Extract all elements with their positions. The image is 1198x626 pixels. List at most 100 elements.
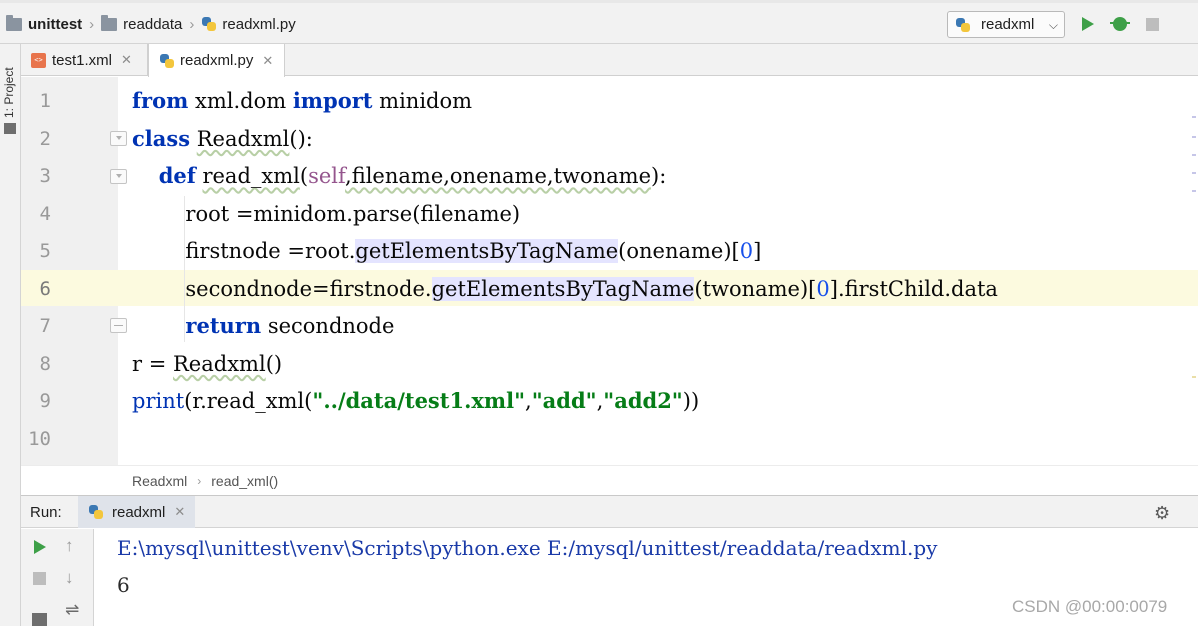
line-number[interactable]: 1: [21, 83, 51, 119]
code-token: ]: [753, 239, 762, 263]
bug-icon: [1110, 17, 1130, 31]
code-token: secondnode=firstnode.: [132, 276, 432, 301]
line-number[interactable]: 10: [21, 421, 51, 457]
code-token: read_xml: [202, 164, 300, 188]
xml-file-icon: <>: [31, 52, 46, 68]
close-icon[interactable]: ✕: [174, 504, 185, 520]
code-keyword: def: [158, 163, 196, 188]
rerun-icon[interactable]: [34, 540, 46, 554]
editor-tab-bar: <> test1.xml ✕ readxml.py ✕: [21, 44, 1198, 77]
stop-icon: [1145, 17, 1159, 31]
code-breadcrumb: Readxml › read_xml(): [21, 465, 1198, 495]
python-file-icon: [88, 504, 104, 520]
console-line-output: 6: [117, 573, 130, 597]
code-token: ,: [525, 389, 532, 413]
code-token: "../data/test1.xml": [312, 388, 526, 413]
code-token: r =: [132, 351, 173, 376]
breadcrumb-item-folder[interactable]: readdata: [101, 14, 182, 33]
line-number[interactable]: 8: [21, 346, 51, 382]
line-number[interactable]: 4: [21, 196, 51, 232]
layout-icon[interactable]: [32, 613, 47, 626]
code-line[interactable]: firstnode =root.getElementsByTagName(one…: [132, 233, 761, 269]
line-number[interactable]: 7: [21, 308, 51, 344]
fold-end-marker[interactable]: [110, 318, 127, 333]
project-tool-window-button[interactable]: 1: Project: [2, 58, 18, 118]
code-token: ):: [651, 164, 667, 188]
run-panel-toolbar: ↑ ↓ ⇌: [21, 529, 94, 626]
stripe-mark[interactable]: [1192, 154, 1196, 156]
code-line[interactable]: def read_xml(self,filename,onename,twona…: [132, 158, 667, 194]
stop-icon[interactable]: [33, 572, 46, 585]
code-line[interactable]: class Readxml():: [132, 121, 313, 157]
code-token: (onename)[: [618, 239, 740, 263]
code-line[interactable]: root =minidom.parse(filename): [132, 196, 520, 232]
close-icon[interactable]: ✕: [121, 52, 132, 68]
line-number[interactable]: 9: [21, 383, 51, 419]
line-number[interactable]: 2: [21, 121, 51, 157]
code-keyword: print: [132, 389, 185, 413]
code-token: ():: [289, 126, 313, 151]
code-line[interactable]: return secondnode: [132, 308, 394, 344]
code-keyword: from: [132, 88, 189, 113]
code-token: xml.dom: [188, 89, 293, 113]
code-breadcrumb-function[interactable]: read_xml(): [211, 473, 278, 489]
code-token: getElementsByTagName: [355, 239, 619, 263]
play-icon: [1082, 17, 1094, 31]
fold-toggle-def[interactable]: [110, 169, 127, 184]
fold-toggle-class[interactable]: [110, 131, 127, 146]
code-token: (: [299, 164, 309, 188]
debug-button[interactable]: [1110, 14, 1130, 34]
python-file-icon: [955, 17, 971, 33]
code-token: (r.read_xml(: [184, 389, 313, 413]
watermark: CSDN @00:00:0079: [1012, 597, 1168, 616]
run-panel-label: Run:: [30, 504, 62, 521]
stripe-mark[interactable]: [1192, 376, 1196, 378]
code-token: ].firstChild.data: [829, 276, 998, 301]
line-number[interactable]: 6: [21, 271, 51, 307]
arrow-up-icon[interactable]: ↑: [65, 536, 74, 556]
code-token: Readxml: [173, 351, 266, 376]
tab-test1-xml[interactable]: <> test1.xml ✕: [21, 44, 148, 76]
code-token: self: [308, 164, 346, 188]
code-line[interactable]: print(r.read_xml("../data/test1.xml","ad…: [132, 383, 699, 419]
navigation-bar: unittest › readdata › readxml.py readxml…: [0, 0, 1198, 44]
code-line[interactable]: from xml.dom import minidom: [132, 83, 472, 119]
python-file-icon: [201, 16, 217, 32]
code-token: secondnode: [261, 314, 395, 338]
line-number[interactable]: 5: [21, 233, 51, 269]
code-line[interactable]: r = Readxml(): [132, 346, 282, 382]
run-panel-header: Run: readxml ✕ ⚙: [21, 495, 1198, 528]
stripe-mark[interactable]: [1192, 190, 1196, 192]
code-breadcrumb-class[interactable]: Readxml: [132, 473, 187, 489]
stripe-mark[interactable]: [1192, 116, 1196, 118]
code-line[interactable]: secondnode=firstnode.getElementsByTagNam…: [132, 271, 998, 307]
run-tab-readxml[interactable]: readxml ✕: [78, 496, 196, 528]
code-keyword: return: [185, 313, 262, 338]
code-token: )): [682, 389, 700, 413]
stop-button[interactable]: [1142, 14, 1162, 34]
folder-icon: [101, 14, 118, 31]
chevron-right-icon: ›: [197, 473, 202, 488]
code-keyword: import: [292, 88, 373, 113]
run-configuration-select[interactable]: readxml ⌵: [947, 11, 1065, 38]
arrow-down-icon[interactable]: ↓: [65, 568, 74, 588]
run-button[interactable]: [1078, 14, 1098, 34]
soft-wrap-icon[interactable]: ⇌: [65, 600, 79, 620]
tab-readxml-py[interactable]: readxml.py ✕: [148, 44, 285, 77]
breadcrumb: unittest › readdata › readxml.py: [6, 13, 296, 35]
code-token: ,filename,onename,twoname: [345, 164, 652, 188]
breadcrumb-item-project[interactable]: unittest: [6, 14, 82, 33]
code-token: (twoname)[: [694, 276, 817, 301]
code-token: (): [265, 351, 283, 376]
stripe-mark[interactable]: [1192, 136, 1196, 138]
close-icon[interactable]: ✕: [262, 53, 273, 69]
menu-strip: [0, 0, 1198, 3]
breadcrumb-item-file[interactable]: readxml.py: [201, 16, 296, 33]
code-token: root =minidom.parse(filename): [132, 201, 521, 226]
console-line-command: E:\mysql\unittest\venv\Scripts\python.ex…: [117, 536, 938, 560]
project-structure-icon[interactable]: [4, 123, 16, 134]
stripe-mark[interactable]: [1192, 172, 1196, 174]
line-number[interactable]: 3: [21, 158, 51, 194]
gear-icon[interactable]: ⚙: [1154, 503, 1170, 524]
